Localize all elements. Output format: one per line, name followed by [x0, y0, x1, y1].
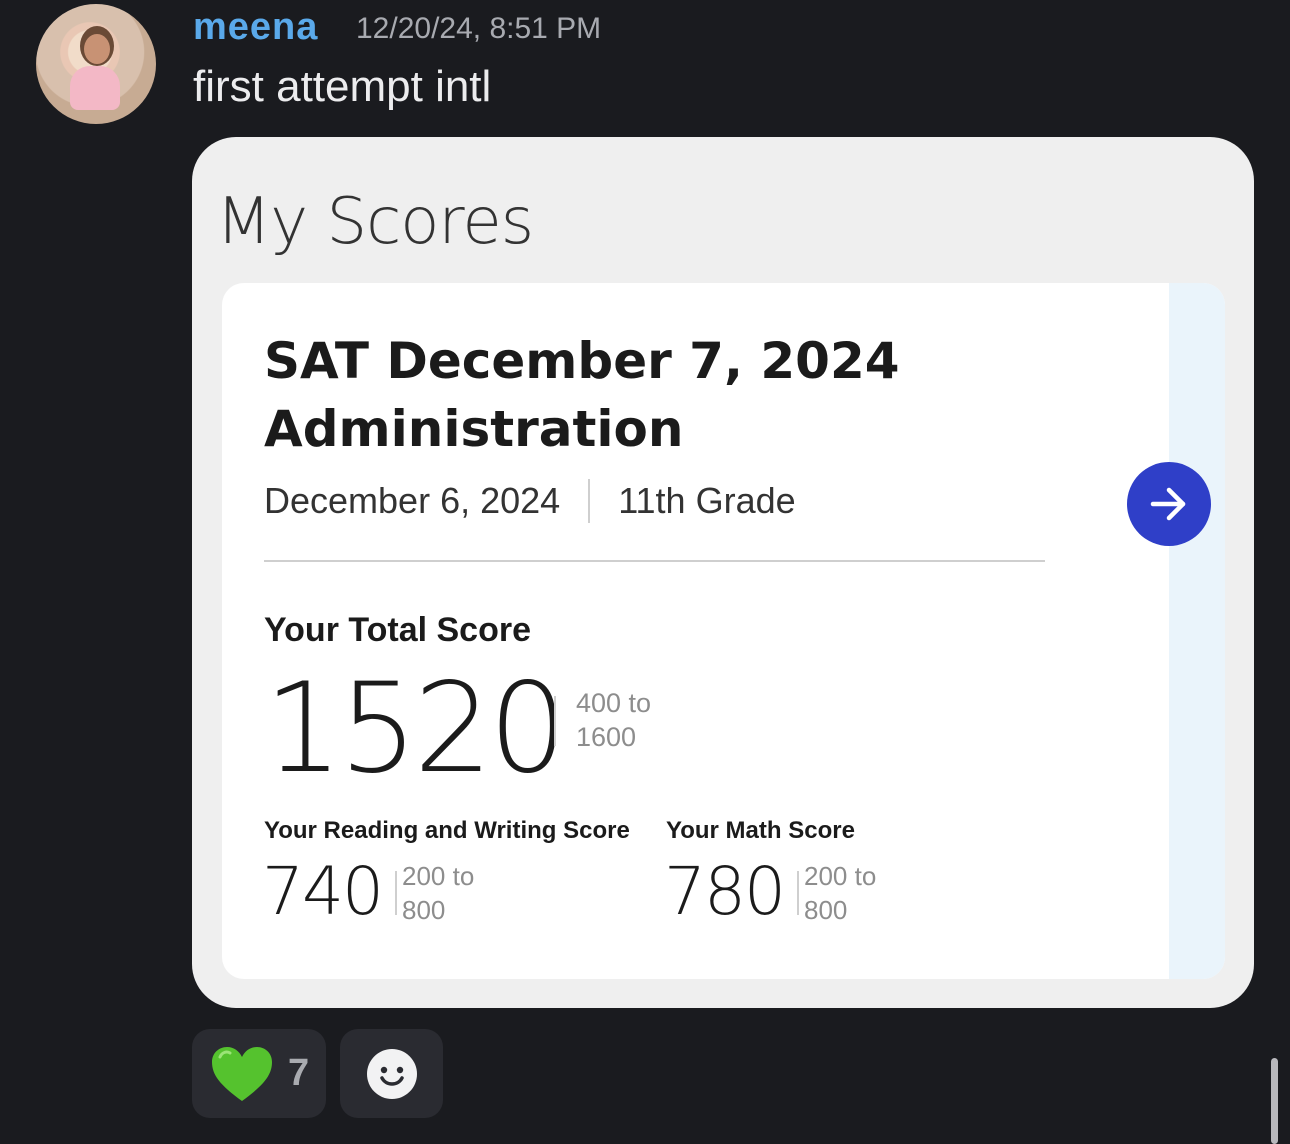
reaction-green-heart[interactable]: 7	[192, 1029, 326, 1118]
total-score-range: 400 to 1600	[576, 686, 651, 754]
test-meta: December 6, 2024 11th Grade	[264, 479, 796, 523]
total-range-divider	[554, 696, 556, 746]
rw-range-divider	[395, 871, 397, 915]
rw-range-line1: 200 to	[402, 861, 475, 891]
math-score-label: Your Math Score	[666, 817, 855, 844]
test-title: SAT December 7, 2024 Administration	[264, 327, 964, 463]
test-grade: 11th Grade	[618, 480, 796, 521]
test-title-line1: SAT December 7, 2024	[264, 332, 900, 390]
next-score-button[interactable]	[1127, 462, 1211, 546]
message-author[interactable]: meena	[193, 6, 318, 49]
add-reaction-icon	[366, 1048, 417, 1099]
rw-score-value: 740	[262, 853, 384, 930]
total-score-label: Your Total Score	[264, 611, 532, 649]
test-date: December 6, 2024	[264, 480, 561, 521]
math-score-value: 780	[664, 853, 786, 930]
green-heart-icon	[212, 1046, 272, 1101]
rw-range-line2: 800	[402, 895, 446, 925]
math-range-line2: 800	[804, 895, 848, 925]
total-range-line1: 400 to	[576, 688, 652, 718]
user-avatar[interactable]	[36, 4, 156, 124]
total-range-line2: 1600	[576, 722, 637, 752]
add-reaction-button[interactable]	[340, 1029, 443, 1118]
avatar-photo-dress	[70, 66, 120, 110]
rw-score-range: 200 to 800	[402, 859, 474, 927]
image-attachment[interactable]: My Scores SAT December 7, 2024 Administr…	[192, 137, 1254, 1008]
arrow-right-icon	[1150, 487, 1186, 521]
embed-title: My Scores	[216, 185, 534, 259]
math-range-line1: 200 to	[804, 861, 877, 891]
total-score-value: 1520	[264, 657, 568, 801]
scrollbar-thumb[interactable]	[1271, 1058, 1278, 1144]
message-timestamp: 12/20/24, 8:51 PM	[356, 12, 602, 45]
avatar-photo-face	[84, 34, 110, 64]
test-title-line2: Administration	[264, 400, 684, 458]
math-range-divider	[797, 871, 799, 915]
score-card: SAT December 7, 2024 Administration Dece…	[222, 283, 1225, 979]
message-text: first attempt intl	[193, 62, 492, 111]
rw-score-label: Your Reading and Writing Score	[264, 817, 630, 844]
section-divider	[264, 560, 1045, 562]
math-score-range: 200 to 800	[804, 859, 876, 927]
reaction-count: 7	[288, 1052, 310, 1094]
card-side-strip	[1169, 283, 1225, 979]
meta-divider	[588, 479, 591, 523]
